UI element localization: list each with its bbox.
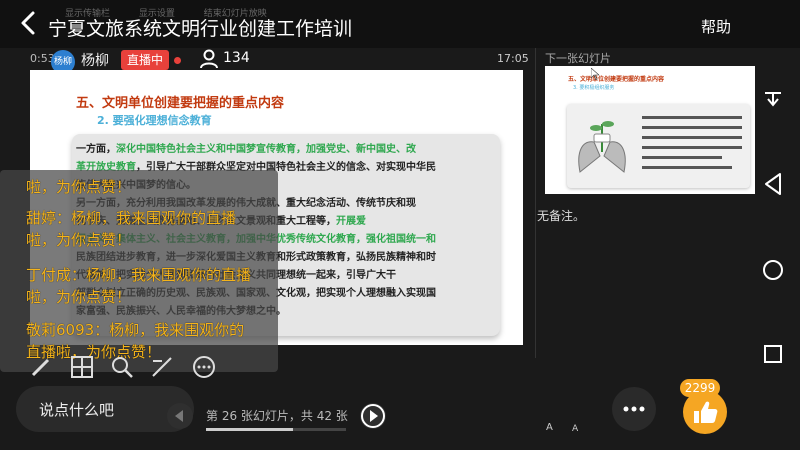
back-arrow-icon[interactable] <box>16 10 42 36</box>
chat-message: 敬莉6093：杨柳，我来围观你的 <box>26 321 245 339</box>
page-title: 宁夏文旅系统文明行业创建工作培训 <box>48 18 353 40</box>
thumb-text-line <box>642 126 742 129</box>
thumb-text-line <box>642 136 742 139</box>
slide-text-line: 一方面，深化中国特色社会主义和中国梦宣传教育，加强党史、新中国史、改 <box>76 140 416 155</box>
nav-back-icon[interactable] <box>762 172 784 196</box>
speaker-notes: 无备注。 <box>537 209 586 223</box>
more-options-button[interactable] <box>612 387 656 431</box>
chat-message: 甜婷：杨柳，我来围观你的直播 <box>26 209 237 227</box>
layout-icon[interactable] <box>70 355 94 379</box>
chevron-right-icon <box>361 404 385 428</box>
recording-dot-icon <box>174 57 181 64</box>
pull-down-icon[interactable] <box>762 90 784 110</box>
slide-progress-fill <box>206 428 293 431</box>
chat-message: 啦，为你点赞！ <box>26 231 132 249</box>
like-count: 2299 <box>680 379 720 397</box>
body-text: 一方面， <box>76 144 116 155</box>
nav-recents-icon[interactable] <box>764 345 782 363</box>
chat-message: 丁付成：杨柳，我来围观你的直播 <box>26 266 252 284</box>
slide-heading: 五、文明单位创建要把握的重点内容 <box>76 96 285 111</box>
highlighted-text: 深化中国特色社会主义和中国梦宣传教育，加强党史、新中国史、改 <box>116 144 416 155</box>
thumb-subheading: 3. 要积极组织服务 <box>573 85 615 91</box>
host-name: 杨柳 <box>81 53 109 69</box>
viewer-count: 134 <box>223 50 250 66</box>
pen-icon[interactable] <box>30 356 52 378</box>
prev-slide-button[interactable] <box>167 403 193 429</box>
next-slide-button[interactable] <box>360 403 386 429</box>
chat-message: 啦，为你点赞！ <box>26 288 132 306</box>
chat-message: 啦，为你点赞！ <box>26 178 132 196</box>
thumb-text-line <box>642 116 742 119</box>
hands-illustration-icon <box>578 121 626 173</box>
ellipsis-icon <box>623 406 645 412</box>
nav-home-icon[interactable] <box>762 259 784 281</box>
body-text: ，弘扬民族精神和时 <box>346 252 436 263</box>
comment-placeholder[interactable]: 说点什么吧 <box>39 399 114 420</box>
thumb-text-line <box>642 146 742 149</box>
thumb-text-line <box>642 166 732 169</box>
next-slide-label: 下一张幻灯片 <box>545 52 611 65</box>
thumb-text-line <box>642 156 722 159</box>
help-button[interactable]: 帮助 <box>701 16 731 37</box>
live-status-badge: 直播中 <box>121 50 169 70</box>
person-icon <box>200 49 218 69</box>
highlighted-text: 开展爱 <box>336 216 366 227</box>
search-icon[interactable] <box>110 355 134 379</box>
chevron-left-icon <box>175 410 183 422</box>
more-circle-icon[interactable] <box>192 355 216 379</box>
sidebar-divider <box>535 48 536 358</box>
slide-time: 17:05 <box>497 52 529 65</box>
font-increase-button[interactable]: A <box>546 422 553 433</box>
pointer-icon[interactable] <box>150 355 174 379</box>
font-decrease-button[interactable]: A <box>572 424 578 434</box>
thumb-heading: 五、文明单位创建要把握的重点内容 <box>568 76 665 83</box>
slide-subheading: 2. 要强化理想信念教育 <box>97 114 212 127</box>
page-indicator: 第 26 张幻灯片，共 42 张 <box>206 409 348 423</box>
mouse-cursor-icon <box>591 68 599 80</box>
